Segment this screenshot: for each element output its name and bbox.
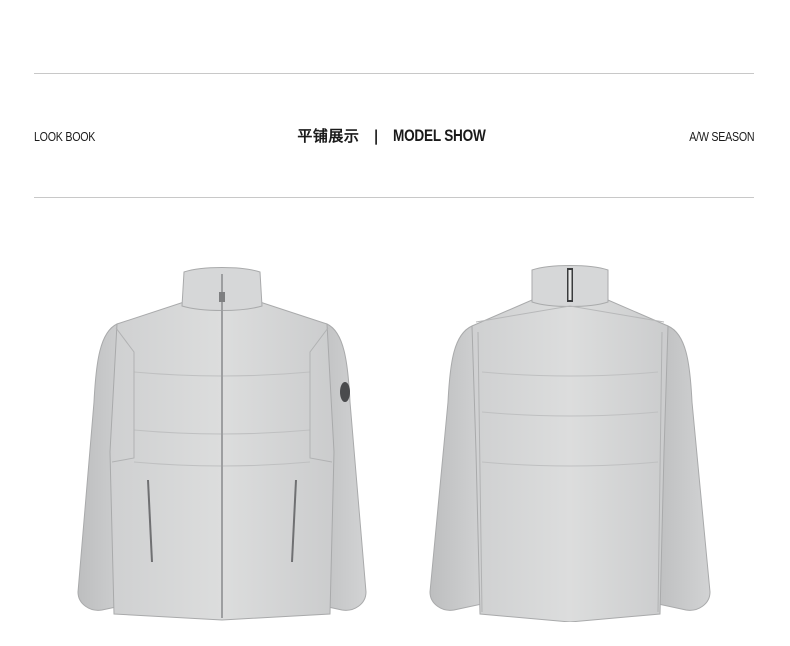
jacket-front-image	[77, 267, 367, 621]
season-label: A/W SEASON	[688, 129, 754, 144]
section-title-en: MODEL SHOW	[392, 125, 486, 145]
section-title: 平铺展示 | MODEL SHOW	[0, 125, 790, 146]
bottom-divider	[34, 197, 754, 198]
top-divider	[34, 73, 754, 74]
jacket-back-image	[429, 265, 711, 622]
section-title-cn: 平铺展示	[297, 127, 360, 145]
title-separator: |	[373, 126, 379, 145]
